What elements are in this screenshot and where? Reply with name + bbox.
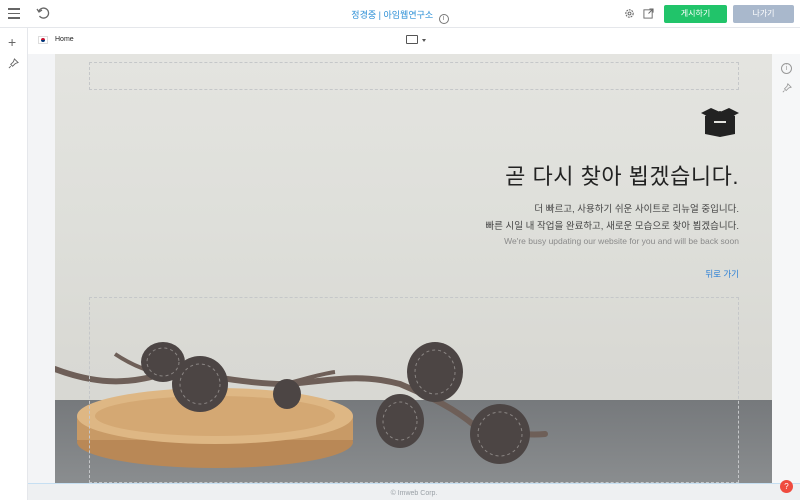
external-link-icon[interactable] <box>643 8 654 19</box>
info-icon[interactable]: i <box>438 14 449 24</box>
section-outline-top <box>89 62 739 90</box>
chevron-down-icon[interactable] <box>422 39 426 42</box>
page-toolbar: Home <box>28 28 800 54</box>
desktop-icon[interactable] <box>406 35 418 44</box>
description-line-1: 더 빠르고, 사용하기 쉬운 사이트로 리뉴얼 중입니다. <box>534 204 739 215</box>
page-heading: 곧 다시 찾아 뵙겠습니다. <box>505 164 739 189</box>
page-canvas[interactable]: 곧 다시 찾아 뵙겠습니다. 더 빠르고, 사용하기 쉬운 사이트로 리뉴얼 중… <box>55 54 772 483</box>
pin-icon[interactable] <box>8 58 19 69</box>
top-toolbar: 정경중 | 아임웹연구소 i 게시하기 나가기 <box>0 0 800 28</box>
help-button[interactable]: ? <box>780 480 793 493</box>
right-sidebar: i <box>772 54 800 483</box>
footer: © Imweb Corp. <box>28 483 800 500</box>
plus-icon[interactable]: + <box>8 35 16 49</box>
pin-icon[interactable] <box>782 83 792 93</box>
back-link[interactable]: 뒤로 가기 <box>705 268 739 280</box>
copyright-text: © Imweb Corp. <box>390 490 438 497</box>
section-outline-bottom <box>89 297 739 483</box>
page-selector[interactable]: Home <box>55 36 74 43</box>
info-icon[interactable]: i <box>781 63 792 74</box>
box-icon <box>701 108 739 137</box>
left-sidebar: + <box>0 28 28 500</box>
publish-button[interactable]: 게시하기 <box>664 5 727 23</box>
korea-flag-icon[interactable] <box>38 36 48 44</box>
description-line-2: 빠른 시일 내 작업을 완료하고, 새로운 모습으로 찾아 뵙겠습니다. <box>485 221 739 232</box>
site-title-text[interactable]: 정경중 | 아임웹연구소 <box>351 10 433 20</box>
exit-button[interactable]: 나가기 <box>733 5 794 23</box>
gear-icon[interactable] <box>624 8 635 19</box>
description-english: We're busy updating our website for you … <box>504 236 739 246</box>
